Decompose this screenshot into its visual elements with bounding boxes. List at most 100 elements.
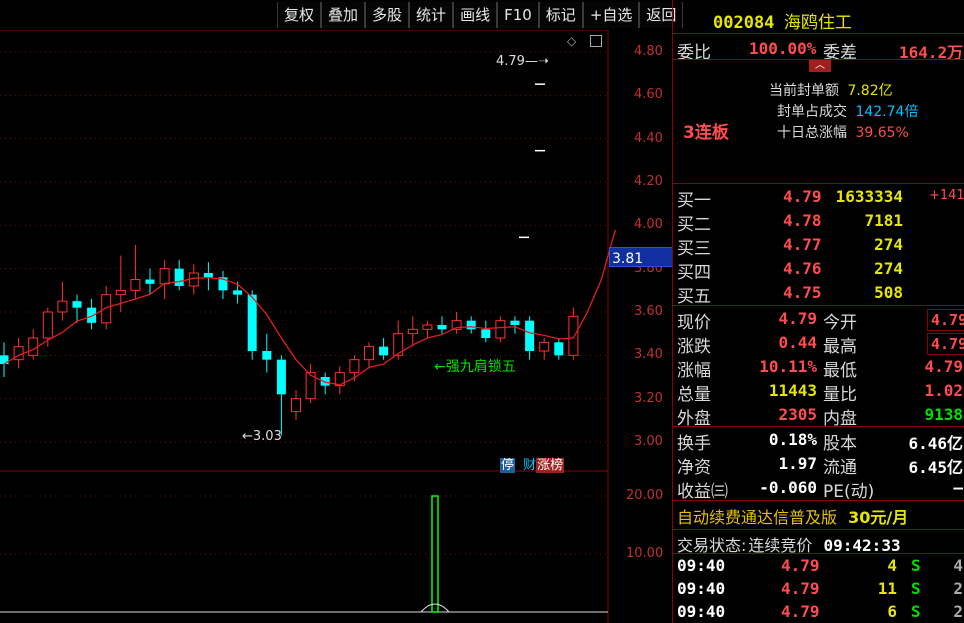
candle-body [42,311,53,339]
candle-body [233,290,243,295]
candle-2 [28,329,39,360]
streak-label: 3连板 [683,123,729,143]
fund-value-2-b: – [953,478,963,497]
candle-body [174,268,184,286]
candle-20 [291,390,301,421]
high-annotation: 4.79—➝ [496,54,549,69]
candle-1 [13,338,24,369]
collapse-icon[interactable]: ︿ [809,60,831,72]
candle-body [568,315,579,356]
candle-38 [554,338,564,360]
signal-label: ←强九肩锁五 [434,359,516,375]
badge-zhangbang[interactable]: 涨榜 [536,458,565,473]
weibi-value: 100.00% [749,39,817,58]
bid-volume-0: 1633334 [835,187,903,206]
stock-name: 海鸥住工 [783,13,852,33]
ma-line [3,229,617,386]
candle-body [203,273,213,278]
candle-26 [379,338,389,360]
tick-count-2: 2 [953,602,963,621]
candle-15 [218,270,228,299]
quote-value-0-b: 4.79 [927,309,964,331]
candle-21 [305,364,316,403]
arrow-right-icon: —➝ [524,54,549,69]
quote-label-0-b: 今开 [823,313,857,333]
candle-34 [495,316,506,343]
candle-28 [407,316,418,347]
candle-body [379,346,389,356]
toolbar-button-6[interactable]: 标记 [538,2,583,28]
toolbar-button-1[interactable]: 叠加 [321,2,366,28]
price-axis-label-2: 4.40 [634,130,663,146]
candle-body [437,325,447,330]
candle-body [101,294,112,324]
price-axis-label-7: 3.40 [634,347,663,363]
price-axis-label-3: 4.20 [634,174,663,189]
candle-body [481,329,491,338]
diamond-icon[interactable]: ◇ [567,34,576,48]
badge-ting[interactable]: 停 [500,458,516,473]
bid-change-0: +141 [929,188,964,203]
candle-body [407,328,418,335]
stock-code: 002084 [713,13,775,33]
candle-body [364,346,374,361]
quote-label-1-b: 最高 [823,337,857,357]
candle-19 [276,355,286,436]
candle-22 [320,372,330,395]
kline-chart[interactable] [0,30,672,623]
candle-32 [466,316,476,334]
arrow-left-icon: ← [242,429,253,444]
quote-panel: 002084 海鸥住工 委比 100.00% 委差 164.2万 ︿ 当前封单额… [672,0,964,623]
badge-cai[interactable]: 财 [523,458,536,473]
promo-row[interactable]: 自动续费通达信普及版 30元/月 [677,504,908,528]
candle-body [130,279,141,291]
bid-volume-1: 7181 [864,211,903,230]
toolbar-button-3[interactable]: 统计 [409,2,454,28]
quote-value-3-b: 1.02 [924,381,963,400]
price-axis-label-4: 4.00 [634,217,663,233]
price-axis-label-0: 4.80 [634,44,663,59]
candle-9 [130,244,141,299]
candle-body [145,279,155,284]
window-toggle-icon[interactable] [590,35,602,47]
ten-day-row: 十日总涨幅 39.65% [777,125,909,141]
candle-body [466,320,476,330]
chart-toolbar: 复权 叠加 多股 统计 画线 F10 标记 +自选 返回 [277,2,684,30]
quote-value-0-a: 4.79 [778,309,817,328]
volume-curve [420,603,450,613]
current-price-value: 3.81 [612,251,644,267]
candle-4 [57,281,68,321]
volume-axis-label-1: 10.00 [626,546,664,561]
candle-body [525,320,535,351]
candle-body [510,320,520,325]
candle-25 [364,342,374,369]
low-annotation: ←3.03 [242,429,282,444]
quote-value-4-b: 9138 [924,405,963,424]
toolbar-button-0[interactable]: 复权 [277,2,322,28]
bid-volume-4: 508 [874,283,903,302]
fund-value-1-b: 6.45亿 [908,458,963,477]
toolbar-button-5[interactable]: F10 [497,2,539,28]
bid-volume-2: 274 [874,235,903,254]
price-axis-label-8: 3.20 [634,390,663,406]
price-axis-label-6: 3.60 [634,304,663,319]
candle-29 [422,320,433,338]
candle-30 [437,316,447,334]
candle-body [28,337,39,356]
toolbar-button-7[interactable]: +自选 [582,2,640,28]
candle-14 [203,262,213,291]
candle-12 [174,260,184,291]
candle-10 [145,268,155,295]
toolbar-button-4[interactable]: 画线 [453,2,498,28]
candle-body [159,268,170,285]
candle-body [276,359,286,395]
candle-31 [451,312,462,334]
candle-23 [334,366,345,395]
volume-axis-label-0: 20.00 [626,488,664,503]
quote-value-2-b: 4.79 [924,357,963,376]
candle-body [57,300,68,313]
stock-header: 002084 海鸥住工 [713,8,852,33]
price-axis-label-1: 4.60 [634,87,663,103]
candle-body [422,324,433,330]
toolbar-button-2[interactable]: 多股 [365,2,410,28]
